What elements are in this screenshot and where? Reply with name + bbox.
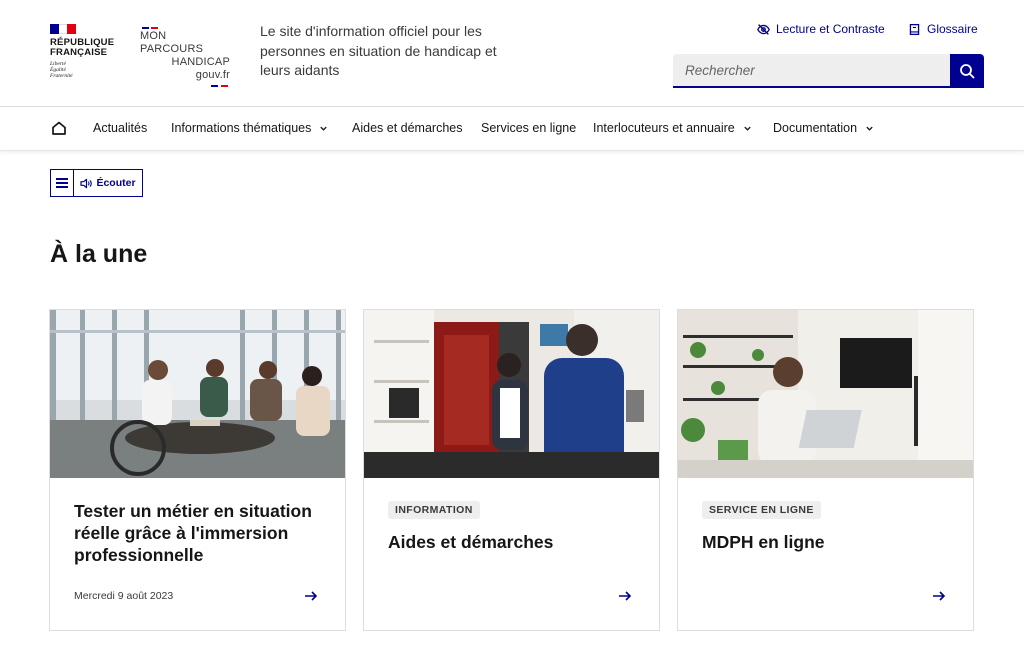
glossary-link[interactable]: Glossaire bbox=[908, 22, 978, 36]
nav-item-label: Aides et démarches bbox=[352, 121, 463, 135]
contrast-link[interactable]: Lecture et Contraste bbox=[757, 22, 885, 36]
nav-item-interlocuteurs-et-annuaire[interactable]: Interlocuteurs et annuaire bbox=[593, 121, 752, 135]
nav-item-documentation[interactable]: Documentation bbox=[773, 121, 874, 135]
card-date: Mercredi 9 août 2023 bbox=[74, 590, 174, 602]
search-input[interactable] bbox=[673, 54, 950, 88]
site-logo-line-2: HANDICAP bbox=[171, 56, 230, 68]
listen-label: Écouter bbox=[96, 177, 136, 189]
card-image-meeting-photo bbox=[50, 310, 345, 478]
search-button[interactable] bbox=[950, 54, 984, 88]
eye-off-icon bbox=[757, 23, 770, 35]
site-logo-line-3: gouv.fr bbox=[195, 69, 230, 81]
republique-francaise-logo[interactable]: RÉPUBLIQUE FRANÇAISE Liberté Égalité Fra… bbox=[50, 24, 120, 79]
card-body: INFORMATION Aides et démarches bbox=[388, 500, 635, 553]
main-navigation: Actualités Informations thématiques Aide… bbox=[0, 107, 1024, 151]
nav-item-label: Documentation bbox=[773, 121, 858, 135]
mon-parcours-handicap-logo[interactable]: MON PARCOURS HANDICAP gouv.fr bbox=[140, 27, 230, 87]
logo-dash-red bbox=[151, 27, 158, 29]
nav-item-actualites[interactable]: Actualités bbox=[93, 121, 147, 135]
marianne-flag-icon bbox=[50, 24, 77, 34]
logo-dash-red-2 bbox=[221, 85, 228, 87]
arrow-right-icon[interactable] bbox=[617, 588, 633, 604]
chevron-down-icon bbox=[744, 126, 751, 131]
news-card-aides-demarches[interactable]: INFORMATION Aides et démarches bbox=[363, 309, 660, 631]
section-title: À la une bbox=[50, 240, 148, 268]
nav-item-label: Services en ligne bbox=[481, 121, 577, 135]
search-icon bbox=[960, 64, 975, 79]
republique-line-2: FRANÇAISE bbox=[50, 47, 108, 58]
site-tagline: Le site d'information officiel pour les … bbox=[260, 23, 497, 78]
news-card-mdph-en-ligne[interactable]: SERVICE EN LIGNE MDPH en ligne bbox=[677, 309, 974, 631]
card-image-workspace-photo bbox=[678, 310, 973, 478]
logo-dash-blue bbox=[142, 27, 149, 29]
book-icon bbox=[909, 23, 920, 35]
contrast-label: Lecture et Contraste bbox=[776, 22, 885, 36]
card-body: Tester un métier en situation réelle grâ… bbox=[74, 500, 321, 566]
listen-menu-button[interactable] bbox=[51, 170, 74, 196]
glossary-label: Glossaire bbox=[927, 22, 978, 36]
nav-item-services-en-ligne[interactable]: Services en ligne bbox=[481, 121, 576, 135]
speaker-icon bbox=[80, 178, 93, 188]
card-title[interactable]: Tester un métier en situation réelle grâ… bbox=[74, 500, 321, 566]
logo-dash-blue-2 bbox=[211, 85, 218, 87]
devise-fraternite: Fraternité bbox=[50, 73, 73, 79]
listen-widget: Écouter bbox=[50, 169, 143, 197]
nav-item-informations-thematiques[interactable]: Informations thématiques bbox=[171, 121, 328, 135]
nav-item-aides-et-demarches[interactable]: Aides et démarches bbox=[352, 121, 462, 135]
card-image-office-photo bbox=[364, 310, 659, 478]
site-header: RÉPUBLIQUE FRANÇAISE Liberté Égalité Fra… bbox=[0, 0, 1024, 107]
card-title[interactable]: MDPH en ligne bbox=[702, 531, 949, 553]
nav-item-label: Actualités bbox=[93, 121, 148, 135]
card-body: SERVICE EN LIGNE MDPH en ligne bbox=[702, 500, 949, 553]
site-logo-line-1: MON PARCOURS bbox=[140, 30, 204, 55]
arrow-right-icon[interactable] bbox=[303, 588, 319, 604]
arrow-right-icon[interactable] bbox=[931, 588, 947, 604]
search-bar bbox=[673, 54, 984, 88]
chevron-down-icon bbox=[866, 126, 873, 131]
category-badge: INFORMATION bbox=[388, 501, 480, 519]
menu-icon bbox=[56, 178, 68, 188]
news-card-immersion[interactable]: Tester un métier en situation réelle grâ… bbox=[49, 309, 346, 631]
nav-item-label: Informations thématiques bbox=[171, 121, 312, 135]
nav-item-label: Interlocuteurs et annuaire bbox=[593, 121, 735, 135]
listen-button[interactable]: Écouter bbox=[74, 170, 142, 196]
home-icon[interactable] bbox=[51, 120, 67, 136]
chevron-down-icon bbox=[320, 126, 328, 131]
card-title[interactable]: Aides et démarches bbox=[388, 531, 635, 553]
category-badge: SERVICE EN LIGNE bbox=[702, 501, 821, 519]
